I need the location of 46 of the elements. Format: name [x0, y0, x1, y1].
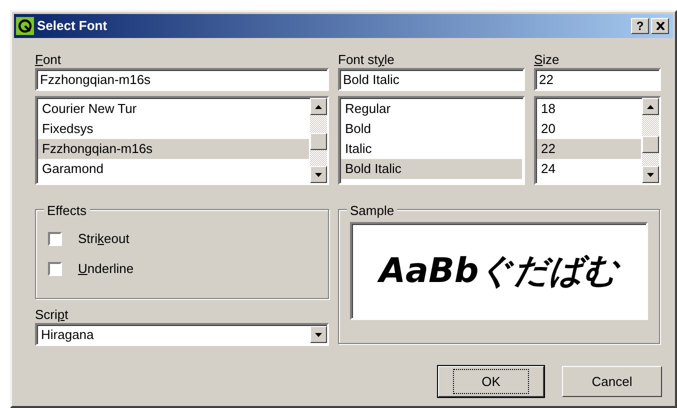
scrollbar[interactable]	[642, 98, 659, 183]
dropdown-button[interactable]	[310, 326, 327, 343]
list-item[interactable]: 18	[537, 99, 641, 119]
help-button[interactable]: ?	[631, 18, 649, 34]
app-icon	[16, 17, 34, 35]
list-item[interactable]: Fzzhongqian-m16s	[38, 139, 309, 159]
script-dropdown[interactable]: Hiragana	[35, 323, 329, 346]
list-item[interactable]: Regular	[341, 99, 522, 119]
list-item[interactable]: Fixedsys	[38, 119, 309, 139]
close-button[interactable]	[651, 18, 669, 34]
field-label: Script	[35, 307, 70, 323]
list-item[interactable]: Bold	[341, 119, 522, 139]
field-label: Size	[534, 52, 560, 68]
scroll-thumb[interactable]	[642, 136, 659, 153]
font-field[interactable]: Fzzhongqian-m16s	[35, 68, 329, 91]
scroll-up-button[interactable]	[310, 98, 327, 115]
checkbox[interactable]	[48, 232, 62, 246]
checkbox-label: Strikeout	[78, 230, 130, 248]
checkbox[interactable]	[48, 262, 62, 276]
scroll-down-button[interactable]	[310, 166, 327, 183]
list-item[interactable]: Courier New Tur	[38, 99, 309, 119]
down-arrow-icon	[647, 172, 654, 176]
checkbox-label: Underline	[78, 260, 134, 278]
sample-preview: AaBbぐだばむ	[350, 222, 648, 320]
window-title: Select Font	[37, 17, 108, 36]
scroll-thumb[interactable]	[310, 133, 327, 150]
size-field[interactable]: 22	[534, 68, 661, 91]
list-item[interactable]: 24	[537, 159, 641, 179]
dialog-button[interactable]: OK	[438, 366, 544, 397]
dropdown-arrow-icon	[315, 332, 322, 336]
list-item[interactable]: 20	[537, 119, 641, 139]
scroll-down-button[interactable]	[642, 166, 659, 183]
field-label: Font	[35, 52, 62, 68]
list-item[interactable]: Garamond	[38, 159, 309, 179]
field-label: Font style	[338, 52, 396, 68]
list-item[interactable]: 22	[537, 139, 641, 159]
up-arrow-icon	[315, 104, 322, 108]
close-icon	[656, 22, 664, 30]
scroll-up-button[interactable]	[642, 98, 659, 115]
scrollbar[interactable]	[310, 98, 327, 183]
dialog-button[interactable]: Cancel	[562, 366, 662, 397]
up-arrow-icon	[647, 104, 654, 108]
list-item[interactable]: Italic	[341, 139, 522, 159]
down-arrow-icon	[315, 172, 322, 176]
list-item[interactable]: Bold Italic	[341, 159, 522, 179]
font-style-field[interactable]: Bold Italic	[338, 68, 525, 91]
